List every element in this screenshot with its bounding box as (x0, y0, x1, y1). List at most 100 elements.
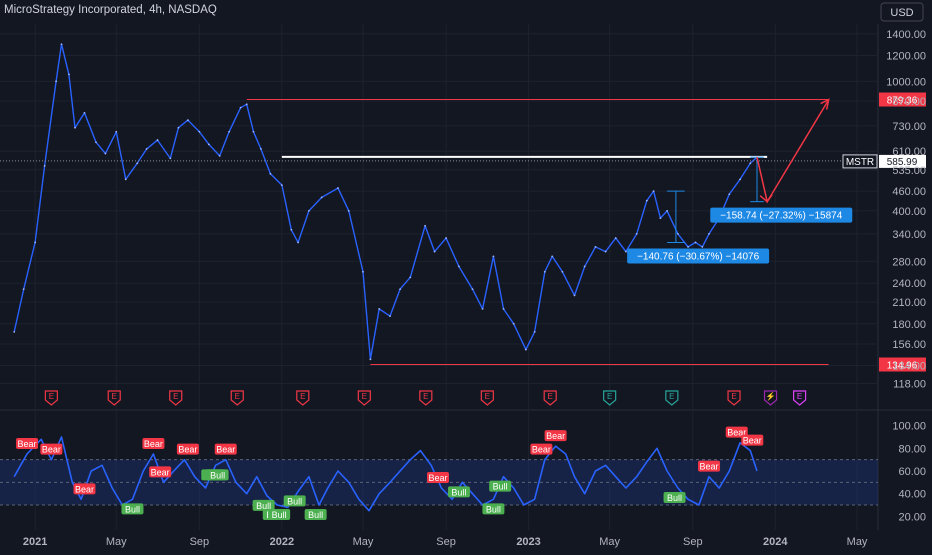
chart-stage: BearBearBearBullBearBearBearBullBullBull… (0, 0, 932, 550)
price-point (389, 315, 391, 318)
price-point (60, 43, 63, 46)
price-point (624, 250, 627, 253)
signal-label: Bull (125, 504, 140, 514)
price-point (399, 288, 402, 291)
price-point (739, 178, 742, 181)
price-point (83, 111, 86, 114)
price-point (115, 130, 118, 133)
time-tick-label: May (599, 536, 620, 548)
price-point (433, 250, 436, 253)
signal-label: Bear (178, 445, 197, 455)
price-point (43, 164, 46, 167)
earnings-marker-label: E (731, 392, 736, 401)
price-point (635, 232, 638, 235)
price-point (252, 130, 255, 133)
bear-signal: Bear (426, 472, 449, 483)
price-tick-label: 180.00 (892, 319, 926, 331)
bear-signal: Bear (142, 438, 165, 449)
price-point (445, 237, 447, 239)
chart-svg: BearBearBearBullBearBearBearBullBullBull… (0, 0, 932, 550)
bull-signal: Bull (268, 509, 291, 520)
price-point (614, 237, 617, 239)
price-point (297, 241, 299, 244)
time-tick-label: 2021 (23, 536, 47, 548)
earnings-marker-label: E (173, 392, 178, 401)
price-point (687, 246, 689, 248)
price-point (104, 152, 107, 155)
price-point (169, 157, 172, 160)
rsi-tick-label: 100.00 (892, 421, 926, 433)
price-tick-label: 156.00 (892, 339, 926, 351)
price-point (22, 288, 25, 291)
bull-signal: Bull (283, 495, 306, 507)
bear-signal: Bear (530, 443, 553, 455)
price-point (512, 322, 515, 325)
earnings-marker-label: E (797, 392, 802, 401)
signal-label: Bull (667, 493, 682, 503)
signal-label: Bear (700, 462, 719, 472)
price-point (481, 307, 484, 310)
bull-signal: Bull (304, 509, 327, 520)
price-point (280, 184, 283, 187)
bear-signal: Bear (16, 438, 39, 449)
bear-signal: Bear (40, 443, 63, 455)
price-point (666, 209, 669, 212)
signal-label: Bull (486, 504, 501, 514)
price-point (337, 187, 339, 189)
price-point (458, 265, 460, 268)
price-point (239, 106, 242, 109)
price-point (187, 119, 189, 122)
bear-signal: Bear (544, 430, 567, 442)
price-point (573, 294, 576, 297)
time-tick-label: Sep (190, 536, 210, 548)
earnings-marker-label: E (235, 392, 240, 401)
time-tick-label: 2023 (516, 536, 540, 548)
bear-signal: Bear (741, 434, 764, 446)
bull-signal: Bull (489, 480, 512, 492)
signal-label: Bull (287, 496, 302, 506)
time-tick-label: 2022 (270, 536, 294, 548)
price-point (551, 255, 554, 258)
signal-label: Bear (151, 467, 170, 477)
price-tick-label: 400.00 (892, 206, 926, 218)
price-point (307, 209, 310, 212)
price-point (198, 130, 201, 133)
price-point (701, 246, 704, 248)
price-point (604, 250, 607, 253)
price-point (708, 232, 710, 235)
price-tick-label: 1400.00 (886, 29, 926, 41)
signal-label: Bear (743, 436, 762, 446)
time-tick-label: May (353, 536, 374, 548)
price-point (68, 73, 70, 76)
price-tick-label: 134.00 (892, 361, 926, 373)
signal-label: Bear (532, 445, 551, 455)
signal-label: Bull (308, 510, 323, 520)
price-point (728, 193, 731, 196)
earnings-marker-label: E (485, 392, 490, 401)
signal-label: Bull (451, 487, 466, 497)
rsi-tick-label: 60.00 (898, 466, 926, 478)
measure-label: −158.74 (−27.32%) −15874 (720, 211, 842, 222)
currency-button[interactable]: USD (880, 2, 924, 22)
time-tick-label: 2024 (763, 536, 788, 548)
earnings-marker-label: E (548, 392, 553, 401)
price-point (290, 228, 293, 231)
price-point (659, 217, 662, 220)
price-point (471, 288, 474, 291)
rsi-tick-label: 20.00 (898, 511, 926, 523)
rsi-tick-label: 40.00 (898, 489, 926, 501)
price-tick-label: 340.00 (892, 229, 926, 241)
price-point (492, 255, 495, 258)
price-point (177, 126, 180, 129)
price-tick-label: 870.00 (892, 96, 926, 108)
time-tick-label: Sep (436, 536, 456, 548)
signal-label: Bear (42, 445, 61, 455)
price-point (34, 241, 37, 244)
signal-label: Bear (428, 473, 447, 483)
price-point (561, 270, 564, 273)
price-point (362, 270, 364, 273)
price-point (245, 103, 248, 106)
earnings-marker-label: E (423, 392, 428, 401)
price-point (694, 241, 697, 244)
price-point (594, 246, 597, 248)
